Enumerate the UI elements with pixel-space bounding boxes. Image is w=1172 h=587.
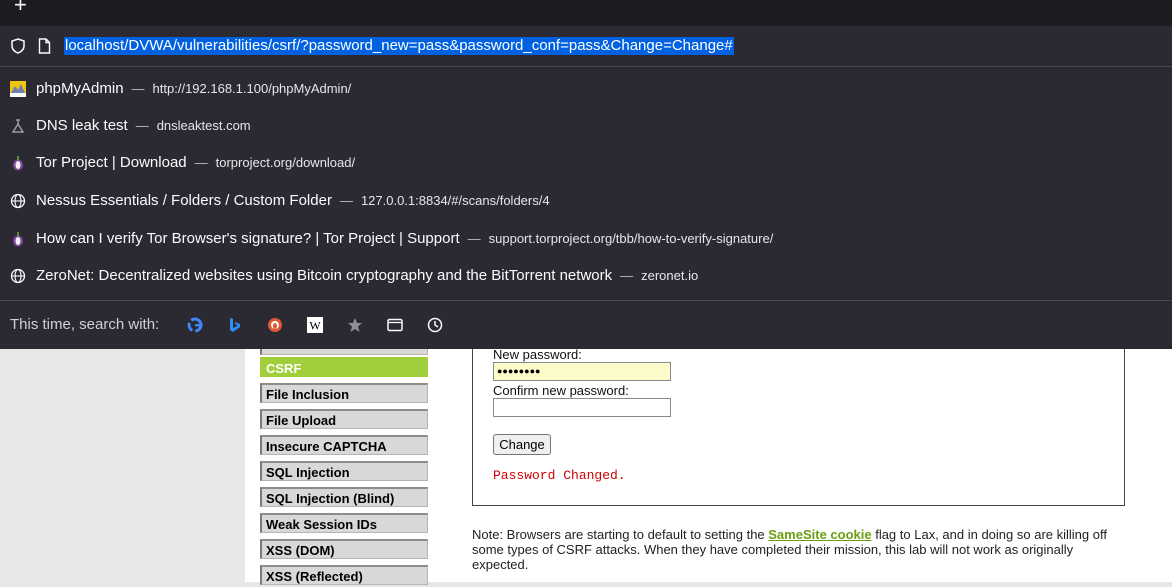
bookmarks-star-icon[interactable] [347, 317, 363, 333]
wikipedia-icon[interactable]: W [307, 317, 323, 333]
suggestion-url: http://192.168.1.100/phpMyAdmin/ [152, 81, 352, 96]
separator-dash: — [467, 231, 481, 246]
menu-item-weak-session-ids[interactable]: Weak Session IDs [260, 513, 428, 533]
confirm-password-field[interactable] [493, 398, 671, 417]
suggestion-title: Nessus Essentials / Folders / Custom Fol… [36, 192, 332, 209]
tor-onion-icon [10, 231, 26, 247]
suggestion-title: How can I verify Tor Browser's signature… [36, 230, 460, 247]
suggestion-row[interactable]: How can I verify Tor Browser's signature… [0, 221, 1172, 258]
search-divider [0, 300, 1172, 301]
suggestion-title: ZeroNet: Decentralized websites using Bi… [36, 267, 613, 284]
menu-item-file-inclusion[interactable]: File Inclusion [260, 383, 428, 403]
samesite-cookie-link[interactable]: SameSite cookie [768, 527, 871, 542]
suggestion-row[interactable]: Tor Project | Download — torproject.org/do… [0, 145, 1172, 182]
samesite-note: Note: Browsers are starting to default t… [472, 527, 1132, 572]
menu-item-xss-dom[interactable]: XSS (DOM) [260, 539, 428, 559]
menu-item-insecure-captcha[interactable]: Insecure CAPTCHA [260, 435, 428, 455]
note-text-start: Note: Browsers are starting to default t… [472, 527, 769, 542]
pma-favicon-icon [10, 81, 26, 97]
page-icon[interactable] [38, 38, 51, 59]
menu-item-sql-injection-blind[interactable]: SQL Injection (Blind) [260, 487, 428, 507]
separator-dash: — [131, 81, 145, 96]
suggestion-url: dnsleaktest.com [156, 118, 251, 133]
dnsleak-favicon-icon [10, 118, 26, 134]
suggestion-title: DNS leak test [36, 117, 128, 134]
url-bar[interactable]: localhost/DVWA/vulnerabilities/csrf/?pas… [0, 26, 1172, 66]
url-divider [0, 66, 1172, 67]
status-message: Password Changed. [493, 468, 626, 483]
svg-text:W: W [309, 319, 321, 333]
tab-strip: + [0, 0, 1172, 26]
globe-icon [10, 193, 26, 209]
suggestion-url: 127.0.0.1:8834/#/scans/folders/4 [360, 193, 550, 208]
new-password-field[interactable]: ●●●●●●●● [493, 362, 671, 381]
change-button[interactable]: Change [493, 434, 551, 455]
suggestion-row[interactable]: Nessus Essentials / Folders / Custom Fol… [0, 183, 1172, 220]
url-input[interactable]: localhost/DVWA/vulnerabilities/csrf/?pas… [64, 37, 734, 55]
separator-dash: — [620, 268, 634, 283]
csrf-form: New password: ●●●●●●●● Confirm new passw… [472, 336, 1125, 506]
suggestion-title: Tor Project | Download [36, 154, 187, 171]
suggestion-row[interactable]: ZeroNet: Decentralized websites using Bi… [0, 258, 1172, 295]
suggestion-url: support.torproject.org/tbb/how-to-verify… [488, 231, 774, 246]
bing-icon[interactable] [227, 317, 243, 333]
duckduckgo-icon[interactable] [267, 317, 283, 333]
shield-icon[interactable] [11, 38, 25, 59]
new-tab-button[interactable]: + [14, 0, 27, 17]
suggestion-url: torproject.org/download/ [215, 155, 356, 170]
suggestion-row[interactable]: phpMyAdmin — http://192.168.1.100/phpMyAdm… [0, 71, 1172, 108]
new-password-label: New password: [493, 347, 582, 362]
menu-item-xss-reflected[interactable]: XSS (Reflected) [260, 565, 428, 585]
address-bar-dropdown: localhost/DVWA/vulnerabilities/csrf/?pas… [0, 26, 1172, 349]
history-icon[interactable] [427, 317, 443, 333]
globe-icon [10, 268, 26, 284]
tor-onion-icon [10, 155, 26, 171]
menu-item-sql-injection[interactable]: SQL Injection [260, 461, 428, 481]
suggestion-title: phpMyAdmin [36, 80, 124, 97]
tabs-icon[interactable] [387, 317, 403, 333]
confirm-password-label: Confirm new password: [493, 383, 629, 398]
separator-dash: — [135, 118, 149, 133]
separator-dash: — [339, 193, 353, 208]
menu-item-file-upload[interactable]: File Upload [260, 409, 428, 429]
suggestion-row[interactable]: DNS leak test — dnsleaktest.com [0, 108, 1172, 145]
suggestion-url: zeronet.io [641, 268, 699, 283]
menu-item-csrf[interactable]: CSRF [260, 357, 428, 377]
search-with-label: This time, search with: [10, 316, 160, 333]
separator-dash: — [194, 155, 208, 170]
google-icon[interactable] [187, 317, 203, 333]
